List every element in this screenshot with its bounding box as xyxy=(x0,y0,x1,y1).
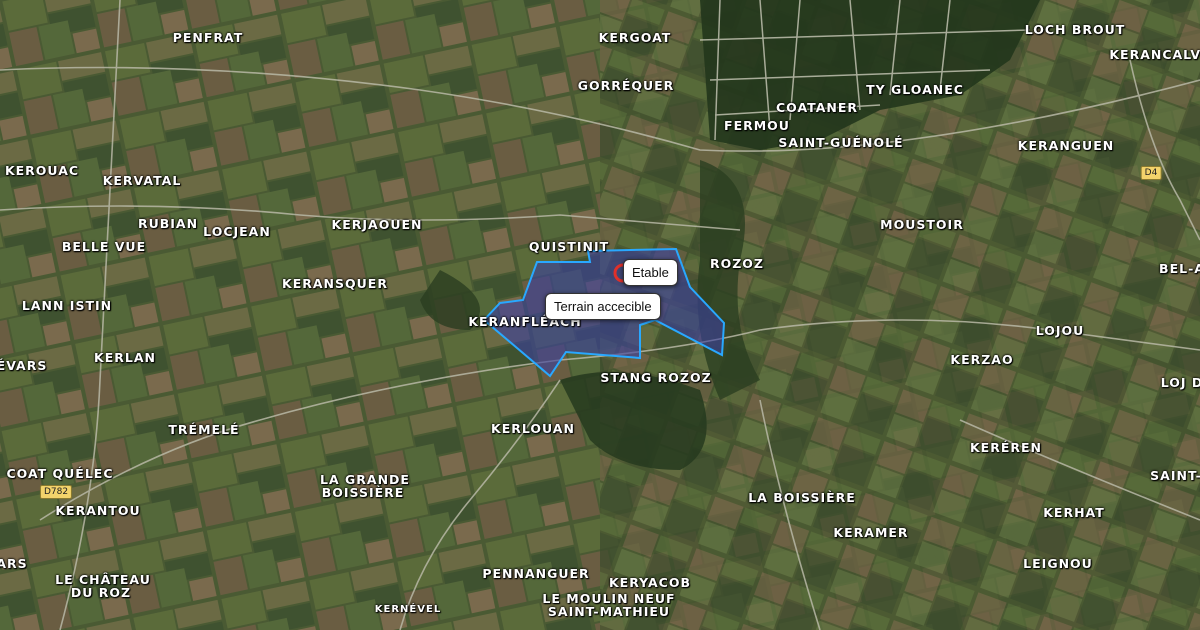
place-keransquer: KERANSQUER xyxy=(282,276,388,291)
place-rozoz: ROZOZ xyxy=(709,256,765,271)
terrain-popup[interactable]: Terrain accecible xyxy=(545,293,661,320)
place-kerantou: KERANTOU xyxy=(55,503,141,518)
place-locjean: LOCJEAN xyxy=(203,224,271,239)
etable-popup[interactable]: Etable xyxy=(623,259,678,286)
place-ty-gloanec: TY GLOANEC xyxy=(866,82,964,97)
place-kernevel: KERNÉVEL xyxy=(374,604,442,615)
place-kerzao: KERZAO xyxy=(950,352,1014,367)
place-kervatal: KERVATAL xyxy=(102,173,182,188)
place-saint-guenole: SAINT-GUÉNOLÉ xyxy=(778,135,904,150)
place-keryacob: KERYACOB xyxy=(608,575,692,590)
place-coat-quelec: COAT QUÉLEC xyxy=(6,466,114,481)
place-ars: ARS xyxy=(0,556,28,571)
place-rubian: RUBIAN xyxy=(137,216,199,231)
place-stang-rozoz: STANG ROZOZ xyxy=(600,370,712,385)
place-lann-istin: LANN ISTIN xyxy=(21,298,113,313)
place-belle-vue: BELLE VUE xyxy=(61,239,147,254)
place-bel-a: BEL-A xyxy=(1159,261,1200,276)
place-pennanguer: PENNANGUER xyxy=(482,566,590,581)
place-penfrat: PENFRAT xyxy=(172,30,244,45)
place-keramer: KERAMER xyxy=(833,525,909,540)
place-lojou: LOJOU xyxy=(1035,323,1085,338)
place-kerlouan: KERLOUAN xyxy=(491,421,575,436)
place-kerhat: KERHAT xyxy=(1043,505,1105,520)
place-leignou: LEIGNOU xyxy=(1023,556,1093,571)
place-la-boissiere: LA BOISSIÈRE xyxy=(748,490,856,505)
road-d782-shield: D782 xyxy=(39,485,73,499)
place-keranguen: KERANGUEN xyxy=(1017,138,1115,153)
place-fermou: FERMOU xyxy=(724,118,790,133)
place-evars: ÉVARS xyxy=(0,358,48,373)
place-kerancalve: KERANCALVE xyxy=(1109,47,1200,62)
place-kerouac: KEROUAC xyxy=(4,163,80,178)
place-kerjaouen: KERJAOUEN xyxy=(331,217,423,232)
place-moustoir: MOUSTOIR xyxy=(880,217,964,232)
place-kerlan: KERLAN xyxy=(94,350,156,365)
place-loj-d: LOJ D xyxy=(1160,375,1200,390)
place-loch-brout: LOCH BROUT xyxy=(1024,22,1126,37)
place-saint-mathieu: SAINT-MATHIEU xyxy=(547,604,671,619)
place-kergoat: KERGOAT xyxy=(598,30,672,45)
road-d4-shield: D4 xyxy=(1140,166,1162,180)
place-quistinit: QUISTINIT xyxy=(528,239,610,254)
place-coataner: COATANER xyxy=(775,100,859,115)
place-tremele: TRÉMELÉ xyxy=(168,422,240,437)
place-saint: SAINT- xyxy=(1150,468,1200,483)
place-du-roz: DU ROZ xyxy=(70,585,132,600)
place-kereren: KERÉREN xyxy=(969,440,1043,455)
place-boissiere: BOISSIÈRE xyxy=(321,485,405,500)
place-gorrequer: GORRÉQUER xyxy=(577,78,675,93)
